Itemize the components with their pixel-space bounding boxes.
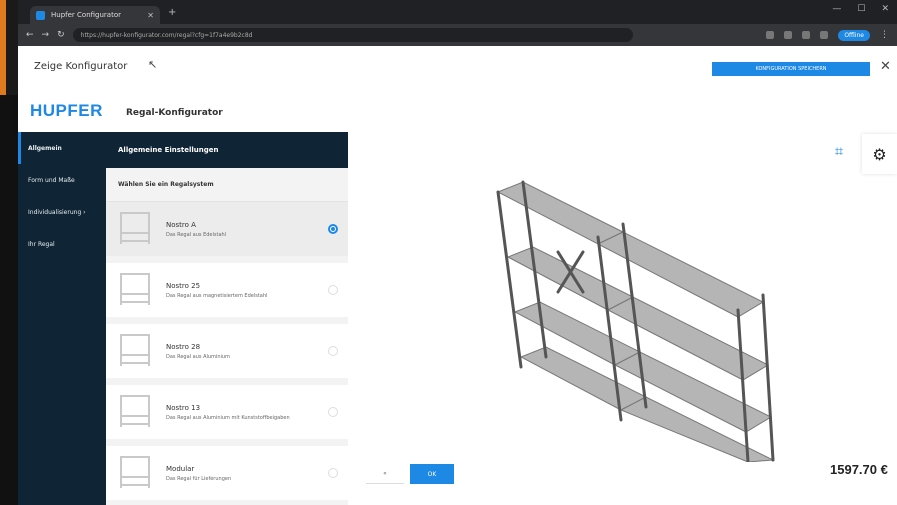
- extension-icon[interactable]: [784, 31, 793, 39]
- configurator-subtitle: Regal-Konfigurator: [126, 108, 223, 118]
- tab-bar: Hupfer Configurator ✕ + — ☐ ✕: [18, 0, 897, 24]
- 3d-viewer[interactable]: ⌗ ⚙ « OK 1597.70 €: [348, 132, 897, 505]
- ok-button[interactable]: OK: [410, 464, 454, 484]
- left-accent-strip: [0, 0, 6, 95]
- extension-icon[interactable]: [766, 31, 775, 39]
- top-bar: Zeige Konfigurator ↖ KONFIGURATION SPEIC…: [18, 46, 897, 89]
- option-radio[interactable]: [328, 285, 338, 295]
- browser-menu-icon[interactable]: ⋮: [880, 30, 889, 40]
- tab-title: Hupfer Configurator: [51, 11, 121, 19]
- close-icon[interactable]: ✕: [880, 59, 891, 74]
- address-bar: ← → ↻ https://hupfer-konfigurator.com/re…: [18, 24, 897, 46]
- url-input[interactable]: https://hupfer-konfigurator.com/regal?cf…: [72, 28, 633, 42]
- extension-icon[interactable]: [820, 31, 829, 39]
- sidebar-item-general[interactable]: Allgemein: [18, 132, 106, 164]
- shelf-thumbnail-icon: [116, 395, 156, 429]
- option-card-modular[interactable]: Modular Das Regal für Lieferungen: [106, 446, 348, 505]
- option-description: Das Regal aus Aluminium: [166, 353, 230, 360]
- window-controls: — ☐ ✕: [832, 4, 889, 14]
- back-arrow-icon[interactable]: ←: [26, 30, 34, 40]
- sidebar-item-individualization[interactable]: Individualisierung ›: [18, 196, 106, 228]
- url-text: https://hupfer-konfigurator.com/regal?cf…: [80, 31, 253, 39]
- option-description: Das Regal für Lieferungen: [166, 475, 232, 482]
- app-window: Zeige Konfigurator ↖ KONFIGURATION SPEIC…: [18, 46, 897, 505]
- options-header: Allgemeine Einstellungen: [106, 132, 348, 168]
- options-subheader: Wählen Sie ein Regalsystem: [106, 168, 348, 202]
- browser-tab[interactable]: Hupfer Configurator ✕: [30, 6, 160, 24]
- sidebar-item-your-shelf[interactable]: Ihr Regal: [18, 228, 106, 260]
- option-card-nostro-13[interactable]: Nostro 13 Das Regal aus Aluminium mit Ku…: [106, 385, 348, 446]
- option-description: Das Regal aus Aluminium mit Kunststoffbe…: [166, 414, 290, 421]
- forward-arrow-icon[interactable]: →: [42, 30, 50, 40]
- shelf-thumbnail-icon: [116, 273, 156, 307]
- option-card-nostro-a[interactable]: Nostro A Das Regal aus Edelstahl: [106, 202, 348, 263]
- extension-icons: Offline ⋮: [766, 29, 889, 41]
- options-panel: Allgemeine Einstellungen Wählen Sie ein …: [106, 132, 348, 505]
- settings-gear-icon[interactable]: ⚙: [862, 134, 897, 174]
- option-radio[interactable]: [328, 468, 338, 478]
- ar-view-icon[interactable]: ⌗: [830, 142, 848, 160]
- left-dark-strip: [0, 95, 18, 505]
- reload-icon[interactable]: ↻: [57, 30, 65, 40]
- tab-close-icon[interactable]: ✕: [147, 11, 154, 20]
- mouse-cursor-icon: ↖: [148, 58, 158, 71]
- favicon-icon: [36, 10, 45, 20]
- extension-icon[interactable]: [802, 31, 811, 39]
- brand-bar: HUPFER Regal-Konfigurator: [18, 88, 897, 132]
- option-description: Das Regal aus Edelstahl: [166, 231, 227, 238]
- option-title: Nostro 25: [166, 281, 201, 290]
- browser-window-chrome: Hupfer Configurator ✕ + — ☐ ✕ ← → ↻ http…: [18, 0, 897, 46]
- save-configuration-button[interactable]: KONFIGURATION SPEICHERN: [712, 62, 870, 76]
- shelf-thumbnail-icon: [116, 212, 156, 246]
- window-close-icon[interactable]: ✕: [881, 4, 889, 14]
- option-radio[interactable]: [328, 224, 338, 234]
- option-title: Nostro 28: [166, 342, 201, 351]
- sidebar: Allgemein Form und Maße Individualisieru…: [18, 132, 106, 505]
- shelf-3d-render[interactable]: [483, 162, 803, 462]
- sidebar-item-form[interactable]: Form und Maße: [18, 164, 106, 196]
- hupfer-logo: HUPFER: [30, 101, 103, 120]
- new-tab-icon[interactable]: +: [168, 7, 176, 18]
- option-title: Nostro A: [166, 220, 196, 229]
- shelf-thumbnail-icon: [116, 456, 156, 490]
- maximize-icon[interactable]: ☐: [857, 4, 865, 14]
- minimize-icon[interactable]: —: [832, 4, 841, 14]
- page-title: Zeige Konfigurator: [34, 61, 128, 72]
- option-title: Nostro 13: [166, 403, 201, 412]
- option-card-nostro-28[interactable]: Nostro 28 Das Regal aus Aluminium: [106, 324, 348, 385]
- option-radio[interactable]: [328, 346, 338, 356]
- option-card-nostro-25[interactable]: Nostro 25 Das Regal aus magnetisiertem E…: [106, 263, 348, 324]
- total-price: 1597.70 €: [830, 462, 888, 477]
- back-button[interactable]: «: [366, 464, 404, 484]
- profile-button[interactable]: Offline: [838, 29, 870, 41]
- option-title: Modular: [166, 464, 195, 473]
- option-radio[interactable]: [328, 407, 338, 417]
- option-description: Das Regal aus magnetisiertem Edelstahl: [166, 292, 268, 299]
- shelf-thumbnail-icon: [116, 334, 156, 368]
